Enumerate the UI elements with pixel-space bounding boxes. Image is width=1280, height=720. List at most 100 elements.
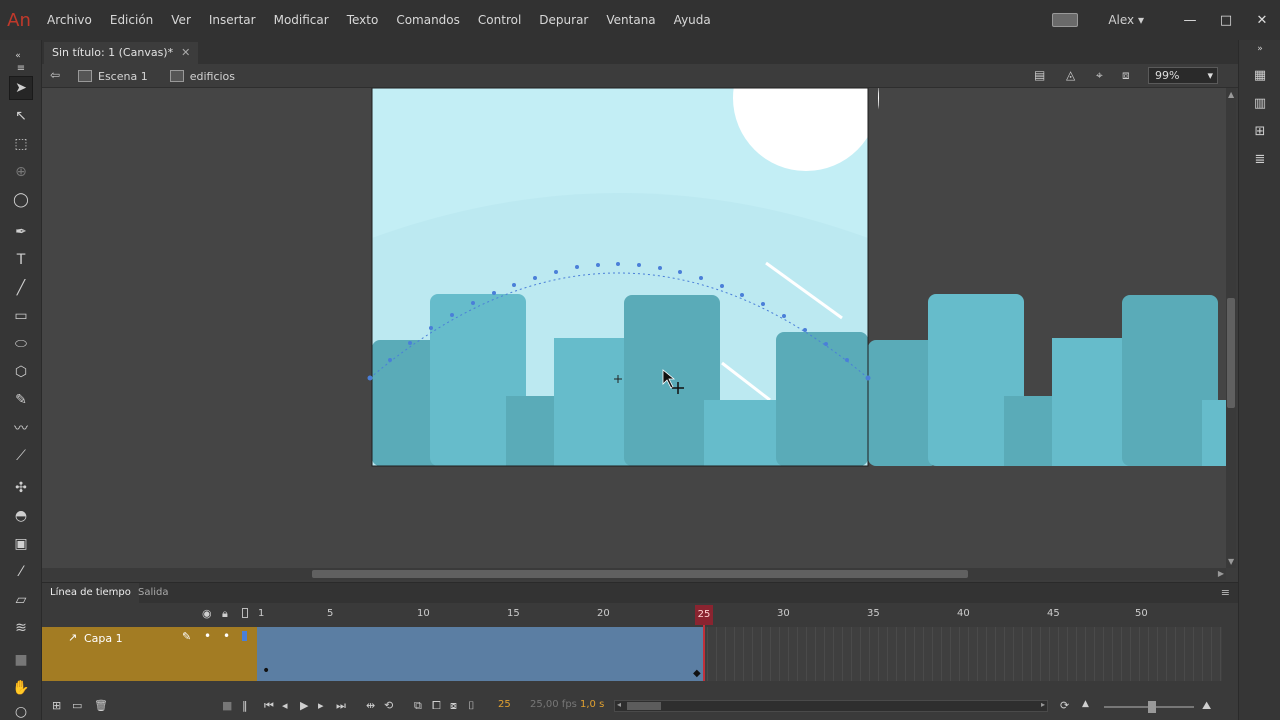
properties-panel-icon[interactable]: ▦ [1251, 68, 1269, 84]
edit-scene-icon[interactable]: ▤ [1034, 68, 1045, 82]
zoom-tool-icon[interactable]: ○ [9, 700, 33, 720]
timeline-horizontal-scrollbar[interactable]: ◂ ▸ [614, 700, 1048, 712]
menu-archivo[interactable]: Archivo [38, 0, 101, 40]
pen-tool-icon[interactable]: ✒ [9, 220, 33, 244]
align-panel-icon[interactable]: ≣ [1251, 152, 1269, 168]
camera-icon[interactable]: ■ [222, 699, 232, 712]
fps-field[interactable]: 25,00 fps [530, 699, 577, 710]
slider-knob[interactable] [1148, 701, 1156, 713]
edit-symbol-icon[interactable]: ◬ [1066, 68, 1075, 82]
menu-comandos[interactable]: Comandos [387, 0, 469, 40]
lasso-tool-icon[interactable]: ◯ [9, 188, 33, 212]
stage-area[interactable] [42, 88, 1226, 568]
menu-texto[interactable]: Texto [338, 0, 388, 40]
onion-skin-outline-icon[interactable]: ⧠ [432, 699, 441, 713]
scroll-thumb[interactable] [1227, 298, 1235, 408]
paint-brush-tool-icon[interactable]: 〰 [9, 416, 33, 440]
tab-output[interactable]: Salida [130, 583, 177, 603]
width-tool-icon[interactable]: ≋ [9, 616, 33, 640]
frames-grid[interactable]: • ◆ 25 [257, 605, 1222, 681]
pencil-tool-icon[interactable]: ✎ [9, 388, 33, 412]
timeline-zoom-slider[interactable] [1104, 701, 1194, 713]
scroll-right-icon[interactable]: ▸ [1041, 700, 1045, 709]
bone-tool-icon[interactable]: ✣ [9, 476, 33, 500]
new-layer-icon[interactable]: ⊞ [52, 699, 61, 712]
scroll-right-icon[interactable]: ▶ [1218, 569, 1224, 578]
eyedropper-tool-icon[interactable]: ⁄ [9, 560, 33, 584]
pause-icon[interactable]: ‖ [242, 699, 248, 712]
free-transform-tool-icon[interactable]: ⬚ [9, 132, 33, 156]
document-tab[interactable]: Sin título: 1 (Canvas)* ✕ [44, 42, 199, 64]
close-button[interactable]: ✕ [1244, 13, 1280, 28]
onion-markers-icon[interactable]: ⌷ [468, 699, 475, 713]
workspace-switcher-icon[interactable] [1052, 13, 1079, 27]
scroll-thumb[interactable] [312, 570, 968, 578]
stage-horizontal-scrollbar[interactable]: ▶ [42, 568, 1226, 580]
outline-icon[interactable] [242, 608, 248, 618]
reset-timeline-scale-icon[interactable]: ⟳ [1060, 699, 1069, 712]
layer-name[interactable]: Capa 1 [84, 632, 123, 645]
camera-tool-icon[interactable]: ■ [9, 648, 33, 672]
scroll-thumb[interactable] [627, 702, 661, 710]
lock-dot[interactable]: • [223, 629, 230, 643]
rectangle-tool-icon[interactable]: ▭ [9, 304, 33, 328]
keyframe-dot[interactable]: • [262, 663, 270, 679]
go-to-last-frame-icon[interactable]: ⏭ [336, 699, 346, 713]
motion-tween-span[interactable]: • ◆ [257, 627, 705, 681]
panel-menu-icon[interactable]: ≡ [1221, 586, 1230, 599]
back-arrow-icon[interactable]: ⇦ [50, 68, 60, 82]
menu-ayuda[interactable]: Ayuda [665, 0, 720, 40]
stage-canvas[interactable] [42, 88, 1226, 568]
scroll-left-icon[interactable]: ◂ [617, 700, 621, 709]
lock-icon[interactable]: 🔒︎ [222, 607, 228, 621]
breadcrumb-symbol[interactable]: edificios [190, 70, 235, 83]
expand-panel-icon[interactable]: » [1251, 44, 1269, 60]
eraser-tool-icon[interactable]: ▱ [9, 588, 33, 612]
minimize-button[interactable]: — [1172, 13, 1208, 28]
zoom-out-icon[interactable]: ▲ [1082, 699, 1089, 709]
3d-rotation-tool-icon[interactable]: ⊕ [9, 160, 33, 184]
eye-icon[interactable]: ◉ [202, 607, 212, 620]
tab-timeline[interactable]: Línea de tiempo [42, 583, 139, 603]
menu-edicion[interactable]: Edición [101, 0, 162, 40]
center-frame-icon[interactable]: ⇹ [366, 699, 375, 712]
layer-outline-color[interactable] [242, 631, 247, 641]
layer-row[interactable]: ↗ Capa 1 ✎ • • [42, 627, 257, 681]
frame-ruler[interactable]: ◉ 🔒︎ 1 5 10 15 20 30 35 40 45 50 [42, 605, 1238, 625]
selection-tool-icon[interactable]: ➤ [9, 76, 33, 100]
onion-skin-icon[interactable]: ⧉ [414, 699, 422, 713]
playhead-frame-label[interactable]: 25 [695, 605, 713, 625]
menu-ver[interactable]: Ver [162, 0, 200, 40]
zoom-in-icon[interactable]: ⛰︎ [1202, 699, 1211, 713]
current-frame-field[interactable]: 25 [498, 699, 511, 710]
play-icon[interactable]: ▶ [300, 699, 308, 712]
step-back-icon[interactable]: ◂ [282, 699, 288, 712]
scroll-up-icon[interactable]: ▲ [1228, 90, 1234, 99]
brush-tool-icon[interactable]: ⟋ [9, 444, 33, 468]
zoom-field[interactable]: 99% ▾ [1148, 67, 1218, 84]
hand-tool-icon[interactable]: ✋ [9, 676, 33, 700]
delete-layer-icon[interactable]: 🗑︎ [94, 699, 108, 712]
property-keyframe-icon[interactable]: ◆ [693, 668, 701, 679]
menu-modificar[interactable]: Modificar [265, 0, 338, 40]
loop-icon[interactable]: ⟲ [384, 699, 393, 712]
breadcrumb-scene[interactable]: Escena 1 [98, 70, 148, 83]
step-forward-icon[interactable]: ▸ [318, 699, 324, 712]
go-to-first-frame-icon[interactable]: ⏮ [264, 699, 274, 713]
library-panel-icon[interactable]: ▥ [1251, 96, 1269, 112]
visibility-dot[interactable]: • [204, 629, 211, 643]
oval-tool-icon[interactable]: ⬭ [9, 332, 33, 356]
ink-bottle-tool-icon[interactable]: ▣ [9, 532, 33, 556]
menu-control[interactable]: Control [469, 0, 530, 40]
elapsed-time-field[interactable]: 1,0 s [580, 699, 604, 710]
polystar-tool-icon[interactable]: ⬡ [9, 360, 33, 384]
menu-insertar[interactable]: Insertar [200, 0, 265, 40]
close-tab-icon[interactable]: ✕ [181, 46, 190, 59]
paint-bucket-tool-icon[interactable]: ◓ [9, 504, 33, 528]
center-stage-icon[interactable]: ⌖ [1096, 68, 1103, 83]
clip-content-icon[interactable]: ⧈ [1122, 68, 1130, 83]
user-menu[interactable]: Alex ▾ [1108, 13, 1144, 27]
text-tool-icon[interactable]: T [9, 248, 33, 272]
menu-ventana[interactable]: Ventana [597, 0, 664, 40]
edit-multiple-frames-icon[interactable]: ⧇ [450, 699, 457, 713]
